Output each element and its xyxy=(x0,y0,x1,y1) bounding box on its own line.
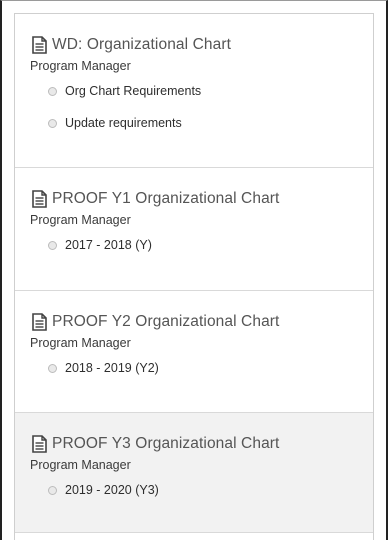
card-title-row: PROOF Y3 Organizational Chart xyxy=(30,433,373,455)
list-item-label[interactable]: 2019 - 2020 (Y3) xyxy=(65,483,159,497)
bullet-icon xyxy=(48,86,57,96)
list-item[interactable]: 2017 - 2018 (Y) xyxy=(48,235,373,255)
list-item-label[interactable]: Org Chart Requirements xyxy=(65,84,201,98)
card-role: Program Manager xyxy=(30,458,131,472)
list-item[interactable]: Org Chart Requirements xyxy=(48,81,373,101)
document-card-proof-y2[interactable]: PROOF Y2 Organizational Chart Program Ma… xyxy=(15,291,373,413)
document-card-proof-y1[interactable]: PROOF Y1 Organizational Chart Program Ma… xyxy=(15,168,373,291)
bullet-icon xyxy=(48,240,57,250)
card-role: Program Manager xyxy=(30,336,131,350)
bullet-icon xyxy=(48,485,57,495)
card-title[interactable]: PROOF Y2 Organizational Chart xyxy=(52,313,279,331)
requirement-list: Org Chart Requirements Update requiremen… xyxy=(30,81,373,133)
list-item[interactable]: 2018 - 2019 (Y2) xyxy=(48,358,373,378)
card-title[interactable]: WD: Organizational Chart xyxy=(52,36,231,54)
document-list: WD: Organizational Chart Program Manager… xyxy=(14,13,374,540)
bullet-icon xyxy=(48,363,57,373)
period-list: 2017 - 2018 (Y) xyxy=(30,235,373,255)
card-title-row: PROOF Y2 Organizational Chart xyxy=(30,311,373,333)
list-item-label[interactable]: 2018 - 2019 (Y2) xyxy=(65,361,159,375)
document-card-proof-y3[interactable]: PROOF Y3 Organizational Chart Program Ma… xyxy=(15,413,373,533)
period-list: 2019 - 2020 (Y3) xyxy=(30,480,373,500)
document-icon xyxy=(30,434,50,454)
document-icon xyxy=(30,312,50,332)
document-icon xyxy=(30,189,50,209)
list-item[interactable]: 2019 - 2020 (Y3) xyxy=(48,480,373,500)
card-title[interactable]: PROOF Y1 Organizational Chart xyxy=(52,190,279,208)
window-frame: WD: Organizational Chart Program Manager… xyxy=(0,0,388,540)
list-item-label[interactable]: 2017 - 2018 (Y) xyxy=(65,238,152,252)
card-title-row: PROOF Y1 Organizational Chart xyxy=(30,188,373,210)
card-title-row: WD: Organizational Chart xyxy=(30,34,373,56)
card-role: Program Manager xyxy=(30,213,131,227)
card-title[interactable]: PROOF Y3 Organizational Chart xyxy=(52,435,279,453)
document-card-wd-org-chart[interactable]: WD: Organizational Chart Program Manager… xyxy=(15,14,373,168)
bullet-icon xyxy=(48,118,57,128)
card-role: Program Manager xyxy=(30,59,131,73)
period-list: 2018 - 2019 (Y2) xyxy=(30,358,373,378)
document-icon xyxy=(30,35,50,55)
list-item-label[interactable]: Update requirements xyxy=(65,116,182,130)
list-item[interactable]: Update requirements xyxy=(48,113,373,133)
